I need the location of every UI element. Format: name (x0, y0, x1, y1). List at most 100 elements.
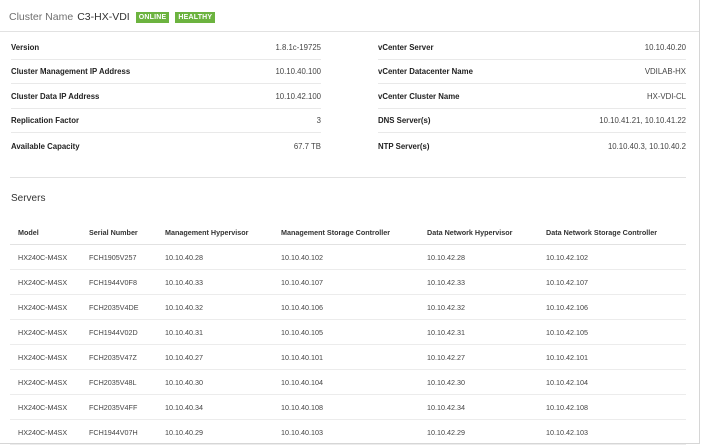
cell-data-network-storage-controller: 10.10.42.103 (538, 419, 686, 445)
cell-serial-number: FCH1944V07H (81, 419, 157, 445)
summary-label: Cluster Data IP Address (11, 92, 100, 101)
summary-value: 3 (316, 116, 321, 125)
column-header-data-network-storage-controller[interactable]: Data Network Storage Controller (538, 220, 686, 245)
cluster-name-value: C3-HX-VDI (77, 11, 130, 23)
summary-label: Version (11, 43, 40, 52)
cell-data-network-hypervisor: 10.10.42.30 (419, 369, 538, 395)
summary-label: vCenter Server (378, 43, 434, 52)
cell-data-network-hypervisor: 10.10.42.32 (419, 294, 538, 320)
table-header-row: Model Serial Number Management Hyperviso… (10, 220, 686, 245)
servers-table: Model Serial Number Management Hyperviso… (10, 220, 686, 445)
summary-label: Replication Factor (11, 116, 80, 125)
cell-serial-number: FCH2035V47Z (81, 344, 157, 370)
cell-data-network-hypervisor: 10.10.42.33 (419, 269, 538, 295)
column-header-data-network-hypervisor[interactable]: Data Network Hypervisor (419, 220, 538, 245)
cell-management-storage-controller: 10.10.40.108 (273, 394, 419, 420)
cluster-header: Cluster Name C3-HX-VDI ONLINE HEALTHY (9, 8, 216, 26)
cell-model: HX240C-M4SX (10, 244, 81, 270)
cell-serial-number: FCH2035V4DE (81, 294, 157, 320)
summary-row-capacity: Available Capacity 67.7 TB (11, 134, 321, 158)
column-header-model[interactable]: Model (10, 220, 81, 245)
column-header-management-hypervisor[interactable]: Management Hypervisor (157, 220, 273, 245)
cell-serial-number: FCH2035V48L (81, 369, 157, 395)
cell-data-network-storage-controller: 10.10.42.108 (538, 394, 686, 420)
cell-management-hypervisor: 10.10.40.28 (157, 244, 273, 270)
summary-row-version: Version 1.8.1c-19725 (11, 36, 321, 60)
summary-label: DNS Server(s) (378, 116, 431, 125)
summary-label: Available Capacity (11, 141, 80, 151)
table-row[interactable]: HX240C-M4SX FCH1944V02D 10.10.40.31 10.1… (10, 319, 686, 345)
cell-data-network-hypervisor: 10.10.42.34 (419, 394, 538, 420)
cell-serial-number: FCH1944V02D (81, 319, 157, 345)
cell-management-hypervisor: 10.10.40.30 (157, 369, 273, 395)
summary-row-replication: Replication Factor 3 (11, 109, 321, 133)
cell-management-hypervisor: 10.10.40.33 (157, 269, 273, 295)
cell-management-storage-controller: 10.10.40.107 (273, 269, 419, 295)
section-divider (10, 177, 686, 178)
cell-model: HX240C-M4SX (10, 344, 81, 370)
cell-data-network-hypervisor: 10.10.42.28 (419, 244, 538, 270)
cluster-name-label: Cluster Name (9, 11, 74, 23)
cell-management-storage-controller: 10.10.40.101 (273, 344, 419, 370)
cell-serial-number: FCH1944V0F8 (81, 269, 157, 295)
summary-row-ntp: NTP Server(s) 10.10.40.3, 10.10.40.2 (378, 134, 686, 158)
cell-management-storage-controller: 10.10.40.106 (273, 294, 419, 320)
summary-row-vcenter-datacenter: vCenter Datacenter Name VDILAB-HX (378, 60, 686, 84)
summary-value: VDILAB-HX (644, 67, 686, 76)
table-row[interactable]: HX240C-M4SX FCH2035V48L 10.10.40.30 10.1… (10, 369, 686, 395)
servers-section-title: Servers (11, 193, 46, 204)
cell-serial-number: FCH2035V4FF (81, 394, 157, 420)
summary-row-mgmt-ip: Cluster Management IP Address 10.10.40.1… (11, 60, 321, 84)
cell-management-storage-controller: 10.10.40.104 (273, 369, 419, 395)
cell-management-hypervisor: 10.10.40.32 (157, 294, 273, 320)
cell-model: HX240C-M4SX (10, 294, 81, 320)
column-header-serial-number[interactable]: Serial Number (81, 220, 157, 245)
cell-data-network-hypervisor: 10.10.42.29 (419, 419, 538, 445)
cell-model: HX240C-M4SX (10, 269, 81, 295)
cell-data-network-storage-controller: 10.10.42.107 (538, 269, 686, 295)
table-row[interactable]: HX240C-M4SX FCH1944V07H 10.10.40.29 10.1… (10, 419, 686, 445)
summary-value: 10.10.41.21, 10.10.41.22 (599, 116, 686, 125)
cell-model: HX240C-M4SX (10, 419, 81, 445)
cell-serial-number: FCH1905V257 (81, 244, 157, 270)
cell-management-storage-controller: 10.10.40.105 (273, 319, 419, 345)
table-row[interactable]: HX240C-M4SX FCH1905V257 10.10.40.28 10.1… (10, 244, 686, 270)
summary-label: vCenter Cluster Name (378, 92, 460, 101)
table-row[interactable]: HX240C-M4SX FCH2035V47Z 10.10.40.27 10.1… (10, 344, 686, 370)
summary-value: HX-VDI-CL (647, 92, 686, 101)
cell-management-storage-controller: 10.10.40.103 (273, 419, 419, 445)
summary-row-dns: DNS Server(s) 10.10.41.21, 10.10.41.22 (378, 109, 686, 133)
summary-value: 67.7 TB (293, 141, 321, 151)
summary-value: 10.10.40.3, 10.10.40.2 (607, 141, 686, 151)
cell-model: HX240C-M4SX (10, 394, 81, 420)
summary-row-vcenter-cluster: vCenter Cluster Name HX-VDI-CL (378, 85, 686, 109)
summary-value: 10.10.40.20 (644, 43, 686, 52)
cell-management-hypervisor: 10.10.40.27 (157, 344, 273, 370)
healthy-status-badge: HEALTHY (175, 11, 216, 23)
cell-data-network-hypervisor: 10.10.42.31 (419, 319, 538, 345)
summary-value: 10.10.40.100 (275, 67, 321, 76)
summary-label: vCenter Datacenter Name (378, 67, 473, 76)
summary-value: 1.8.1c-19725 (275, 43, 321, 52)
summary-row-data-ip: Cluster Data IP Address 10.10.42.100 (11, 85, 321, 109)
cell-model: HX240C-M4SX (10, 319, 81, 345)
cell-data-network-storage-controller: 10.10.42.102 (538, 244, 686, 270)
header-divider (0, 31, 699, 32)
cell-data-network-storage-controller: 10.10.42.105 (538, 319, 686, 345)
cell-model: HX240C-M4SX (10, 369, 81, 395)
table-row[interactable]: HX240C-M4SX FCH2035V4DE 10.10.40.32 10.1… (10, 294, 686, 320)
cell-data-network-storage-controller: 10.10.42.106 (538, 294, 686, 320)
cell-data-network-hypervisor: 10.10.42.27 (419, 344, 538, 370)
table-row[interactable]: HX240C-M4SX FCH1944V0F8 10.10.40.33 10.1… (10, 269, 686, 295)
table-row[interactable]: HX240C-M4SX FCH2035V4FF 10.10.40.34 10.1… (10, 394, 686, 420)
cell-management-hypervisor: 10.10.40.29 (157, 419, 273, 445)
cell-data-network-storage-controller: 10.10.42.101 (538, 344, 686, 370)
cell-data-network-storage-controller: 10.10.42.104 (538, 369, 686, 395)
summary-label: Cluster Management IP Address (11, 67, 131, 76)
column-header-management-storage-controller[interactable]: Management Storage Controller (273, 220, 419, 245)
cell-management-hypervisor: 10.10.40.34 (157, 394, 273, 420)
online-status-badge: ONLINE (135, 11, 170, 23)
cell-management-storage-controller: 10.10.40.102 (273, 244, 419, 270)
summary-label: NTP Server(s) (378, 141, 430, 151)
summary-row-vcenter-server: vCenter Server 10.10.40.20 (378, 36, 686, 60)
